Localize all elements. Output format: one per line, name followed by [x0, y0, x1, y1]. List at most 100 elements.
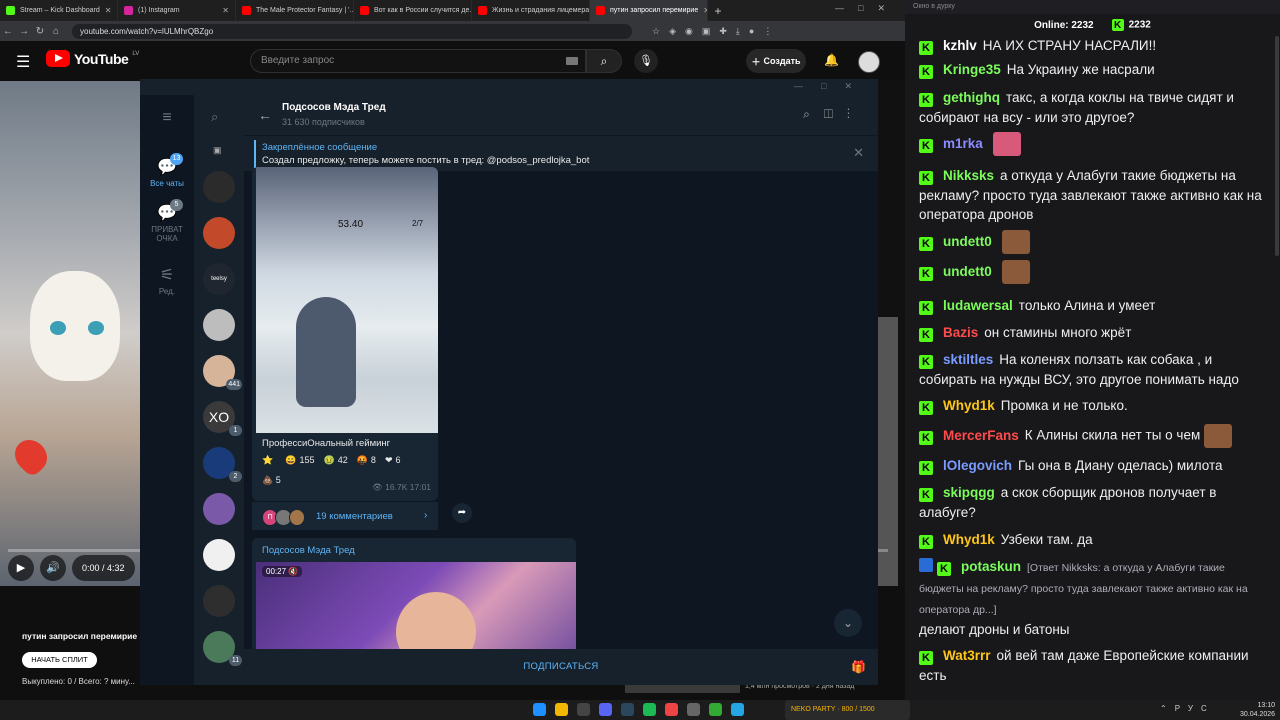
close-tab-icon[interactable]: ✕: [222, 6, 229, 15]
folder-tab[interactable]: ⚟ Ред.: [140, 265, 194, 296]
avatar[interactable]: [858, 51, 880, 73]
chat-username[interactable]: lOlegovich: [943, 458, 1012, 473]
chat-username[interactable]: Whyd1k: [943, 532, 995, 547]
chat-username[interactable]: Whyd1k: [943, 398, 995, 413]
chat-username[interactable]: undett0: [943, 234, 992, 249]
folder-tab[interactable]: 💬 5 ПРИВАТ ОЧКА: [140, 199, 194, 243]
hamburger-menu-icon[interactable]: ☰: [16, 52, 30, 72]
chat-username[interactable]: sktiltles: [943, 352, 993, 367]
app-icon[interactable]: [709, 703, 722, 716]
channel-header[interactable]: ← Подсосов Мэда Тред 31 630 подписчиков …: [244, 95, 878, 135]
chat-avatar[interactable]: [203, 171, 235, 203]
search-icon[interactable]: ⌕: [803, 107, 824, 121]
scroll-down-icon[interactable]: ⌄: [834, 609, 862, 637]
subscribe-button[interactable]: ПОДПИСАТЬСЯ: [244, 649, 878, 685]
chat-username[interactable]: MercerFans: [943, 428, 1019, 443]
browser-tab[interactable]: Stream – Kick Dashboard ✕: [0, 0, 118, 21]
telegram-icon[interactable]: [731, 703, 744, 716]
reload-icon[interactable]: ↻: [32, 26, 48, 37]
browser-tab[interactable]: Жизнь и страдания лицемера✕: [472, 0, 590, 21]
close-tab-icon[interactable]: ✕: [105, 6, 112, 15]
post-video[interactable]: 00:27 🔇: [256, 562, 576, 658]
reaction[interactable]: 😄 155: [285, 455, 314, 466]
neko-party-widget[interactable]: NEKO PARTY · 800 / 1500: [785, 700, 910, 720]
chat-avatar[interactable]: teelsy: [203, 263, 235, 295]
url-field[interactable]: youtube.com/watch?v=lULMhrQBZgo: [72, 23, 632, 39]
chat-username[interactable]: Nikksks: [943, 168, 994, 183]
bell-icon[interactable]: 🔔: [824, 53, 839, 67]
scrollbar[interactable]: [1275, 36, 1279, 256]
download-icon[interactable]: ⤓: [736, 26, 740, 37]
youtube-logo[interactable]: YouTube LV: [46, 50, 139, 67]
create-button[interactable]: ＋ Создать: [746, 49, 806, 73]
back-arrow-icon[interactable]: ←: [258, 107, 272, 123]
main-menu-icon[interactable]: ≡: [140, 109, 194, 129]
microphone-icon[interactable]: 🎙: [634, 49, 658, 73]
extension-icon[interactable]: ▣: [702, 26, 711, 37]
forward-icon[interactable]: →: [16, 26, 32, 37]
chat-avatar[interactable]: [203, 493, 235, 525]
search-input[interactable]: Введите запрос: [250, 49, 586, 73]
muted-icon[interactable]: 🔇: [288, 567, 298, 576]
chat-avatar[interactable]: [203, 585, 235, 617]
chat-username[interactable]: kzhlv: [943, 38, 977, 53]
reaction-extra[interactable]: 💩 5: [262, 475, 281, 486]
home-icon[interactable]: ⌂: [48, 26, 64, 37]
folder-tab[interactable]: 💬 13 Все чаты: [140, 153, 194, 188]
reaction[interactable]: ❤ 6: [385, 455, 401, 466]
chat-avatar[interactable]: [203, 309, 235, 341]
chat-username[interactable]: Bazis: [943, 325, 978, 340]
play-icon[interactable]: ▶: [8, 555, 34, 581]
gift-icon[interactable]: 🎁: [851, 660, 866, 674]
app-icon[interactable]: [687, 703, 700, 716]
chevron-up-icon[interactable]: ⌃: [1160, 704, 1175, 713]
chat-username[interactable]: potaskun: [961, 559, 1021, 574]
chrome-icon[interactable]: [555, 703, 568, 716]
pinned-message[interactable]: Закреплённое сообщение Создал предложку,…: [244, 135, 878, 171]
volume-icon[interactable]: 🔊: [40, 555, 66, 581]
share-icon[interactable]: ➦: [452, 503, 472, 523]
window-controls[interactable]: —□✕: [835, 3, 899, 14]
chat-username[interactable]: skipqgg: [943, 485, 995, 500]
app-icon[interactable]: [665, 703, 678, 716]
chat-username[interactable]: Wat3rrr: [943, 648, 991, 663]
start-split-button[interactable]: НАЧАТЬ СПЛИТ: [22, 652, 97, 668]
chat-username[interactable]: undett0: [943, 264, 992, 279]
sidebar-toggle-icon[interactable]: ◫: [824, 107, 847, 121]
app-icon[interactable]: [577, 703, 590, 716]
search-icon[interactable]: ⌕: [586, 49, 622, 73]
chat-username[interactable]: m1rka: [943, 136, 983, 151]
new-tab-button[interactable]: +: [708, 0, 728, 21]
window-controls[interactable]: —□✕: [794, 81, 870, 92]
browser-tab[interactable]: путин запросил перемирие✕: [590, 0, 708, 21]
profile-icon[interactable]: ●: [749, 26, 754, 37]
more-dots-icon[interactable]: ⋮: [847, 107, 864, 121]
back-icon[interactable]: ←: [0, 26, 16, 37]
chat-username[interactable]: Kringe35: [943, 62, 1001, 77]
spotify-icon[interactable]: [643, 703, 656, 716]
chat-avatar[interactable]: [203, 539, 235, 571]
channel-post[interactable]: Подсосов Мэда Тред 00:27 🔇: [252, 538, 576, 658]
reaction[interactable]: ⭐: [262, 455, 276, 466]
bookmark-star-icon[interactable]: ☆: [652, 26, 660, 37]
extension-icon[interactable]: ◈: [669, 26, 676, 37]
clock[interactable]: 13:10 30.04.2026: [1240, 701, 1275, 719]
puzzle-icon[interactable]: ✚: [719, 26, 727, 37]
chat-avatar[interactable]: [203, 217, 235, 249]
search-icon[interactable]: ⌕: [211, 109, 218, 125]
browser-tab[interactable]: The Male Protector Fantasy | '...✕: [236, 0, 354, 21]
extension-icon[interactable]: ◉: [685, 26, 693, 37]
steam-icon[interactable]: [621, 703, 634, 716]
close-icon[interactable]: ✕: [853, 145, 864, 161]
language-indicator[interactable]: РУС: [1175, 704, 1215, 713]
chat-username[interactable]: gethighq: [943, 90, 1000, 105]
comments-button[interactable]: П 19 комментариев ›: [252, 501, 438, 530]
reaction[interactable]: 🤢 42: [323, 455, 347, 466]
discord-icon[interactable]: [599, 703, 612, 716]
keyboard-icon[interactable]: [566, 57, 578, 65]
browser-tab[interactable]: Вот как в России случится де...✕: [354, 0, 472, 21]
post-image[interactable]: 53.40 2/7: [256, 167, 438, 433]
start-icon[interactable]: [533, 703, 546, 716]
chat-username[interactable]: ludawersal: [943, 298, 1013, 313]
menu-dots-icon[interactable]: ⋮: [763, 26, 772, 37]
